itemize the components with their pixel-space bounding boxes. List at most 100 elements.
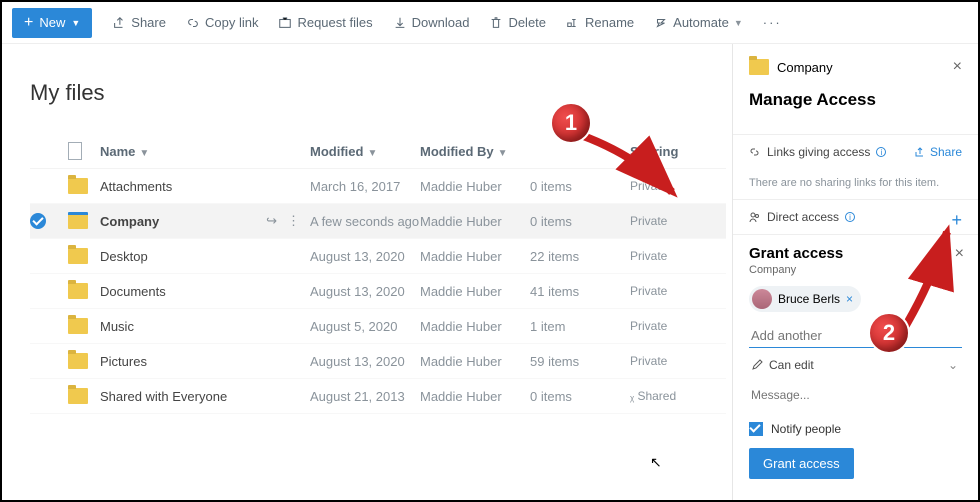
row-modified: March 16, 2017: [310, 179, 420, 194]
toolbar-item-label: Share: [131, 15, 166, 30]
row-sharing: Private: [630, 249, 700, 263]
close-grant-button[interactable]: ×: [955, 245, 964, 263]
column-modified-by[interactable]: Modified By▼: [420, 144, 530, 159]
chevron-down-icon: ▼: [71, 18, 80, 28]
add-direct-access-button[interactable]: +: [951, 210, 962, 231]
table-row[interactable]: MusicAugust 5, 2020Maddie Huber1 itemPri…: [30, 309, 726, 344]
permission-dropdown[interactable]: Can edit: [749, 348, 962, 382]
row-size: 1 item: [530, 319, 630, 334]
rename-icon: [566, 16, 580, 30]
new-button[interactable]: + New ▼: [12, 8, 92, 38]
grant-heading: Grant access: [749, 245, 962, 262]
table-row[interactable]: AttachmentsMarch 16, 2017Maddie Huber0 i…: [30, 169, 726, 204]
table-row[interactable]: Shared with EveryoneAugust 21, 2013Maddi…: [30, 379, 726, 414]
delete-icon: [489, 16, 503, 30]
section-label: Direct access: [767, 210, 839, 224]
table-row[interactable]: DesktopAugust 13, 2020Maddie Huber22 ite…: [30, 239, 726, 274]
row-size: 0 items: [530, 214, 630, 229]
file-type-column[interactable]: [68, 142, 100, 160]
row-name: Desktop: [100, 249, 148, 264]
toolbar-download[interactable]: Download: [383, 8, 480, 38]
no-links-message: There are no sharing links for this item…: [749, 173, 962, 189]
person-chip[interactable]: Bruce Berls ×: [749, 286, 861, 312]
share-icon: [112, 16, 126, 30]
folder-icon: [68, 353, 88, 369]
info-icon[interactable]: i: [845, 212, 855, 222]
row-share-icon[interactable]: ↪: [266, 213, 277, 229]
row-sharing: Private: [630, 319, 700, 333]
file-rows: AttachmentsMarch 16, 2017Maddie Huber0 i…: [30, 169, 726, 414]
plus-icon: +: [24, 14, 33, 32]
row-modified-by: Maddie Huber: [420, 214, 530, 229]
toolbar-share[interactable]: Share: [102, 8, 176, 38]
row-sharing: Private: [630, 179, 700, 193]
automate-icon: [654, 16, 668, 30]
row-name: Attachments: [100, 179, 172, 194]
grant-access-button[interactable]: Grant access: [749, 448, 854, 479]
checkbox-icon: [749, 422, 763, 436]
table-row[interactable]: Company ↪ ⋮ A few seconds agoMaddie Huber0 …: [30, 204, 726, 239]
pencil-icon: [751, 359, 763, 371]
toolbar-item-label: Rename: [585, 15, 634, 30]
section-label: Links giving access: [767, 145, 870, 159]
add-people-input[interactable]: [749, 320, 962, 348]
people-icon: [749, 211, 761, 223]
file-icon: [68, 142, 82, 160]
row-size: 22 items: [530, 249, 630, 264]
row-sharing: Private: [630, 354, 700, 368]
download-icon: [393, 16, 407, 30]
column-name[interactable]: Name▼: [100, 144, 310, 159]
row-sharing: ᵪ Shared: [630, 389, 700, 403]
row-size: 0 items: [530, 179, 630, 194]
row-more-icon[interactable]: ⋮: [287, 213, 300, 229]
toolbar-automate[interactable]: Automate ▼: [644, 8, 753, 38]
table-row[interactable]: PicturesAugust 13, 2020Maddie Huber59 it…: [30, 344, 726, 379]
share-icon: [914, 146, 926, 158]
row-name: Company: [100, 214, 159, 229]
grant-access-panel: × Grant access Company Bruce Berls × Can…: [733, 234, 978, 489]
details-panel: Company × Manage Access Links giving acc…: [732, 44, 978, 500]
toolbar-item-label: Automate: [673, 15, 729, 30]
table-row[interactable]: Documents August 13, 2020Maddie Huber41 i…: [30, 274, 726, 309]
share-button[interactable]: Share: [914, 145, 962, 159]
row-name: Documents: [100, 284, 166, 299]
notify-checkbox[interactable]: Notify people: [749, 422, 962, 436]
row-modified-by: Maddie Huber: [420, 284, 530, 299]
folder-icon: [68, 178, 88, 194]
toolbar-item-label: Download: [412, 15, 470, 30]
row-name: Music: [100, 319, 134, 334]
toolbar-delete[interactable]: Delete: [479, 8, 556, 38]
remove-chip-button[interactable]: ×: [846, 292, 853, 306]
new-button-label: New: [39, 15, 65, 30]
info-icon[interactable]: i: [876, 147, 886, 157]
row-modified: August 13, 2020: [310, 354, 420, 369]
row-modified: August 13, 2020: [310, 284, 420, 299]
main: My files Name▼ Modified▼ Modified By▼ Sh…: [2, 44, 978, 500]
row-size: 59 items: [530, 354, 630, 369]
toolbar-rename[interactable]: Rename: [556, 8, 644, 38]
command-bar: + New ▼ Share Copy link Request files Do…: [2, 2, 978, 44]
link-icon: [186, 16, 200, 30]
page-title: My files: [30, 80, 726, 106]
row-modified-by: Maddie Huber: [420, 389, 530, 404]
row-checkbox[interactable]: [30, 213, 46, 229]
folder-icon: [68, 248, 88, 264]
links-section: Links giving access i Share There are no…: [733, 134, 978, 199]
folder-icon: [68, 388, 88, 404]
row-sharing: Private: [630, 284, 700, 298]
toolbar-overflow[interactable]: ···: [753, 8, 792, 38]
toolbar-copy-link[interactable]: Copy link: [176, 8, 268, 38]
message-input[interactable]: [749, 382, 962, 408]
toolbar-request-files[interactable]: Request files: [268, 8, 382, 38]
column-headers: Name▼ Modified▼ Modified By▼ Sharing: [30, 134, 726, 169]
row-modified: A few seconds ago: [310, 214, 420, 229]
row-modified-by: Maddie Huber: [420, 354, 530, 369]
row-modified-by: Maddie Huber: [420, 319, 530, 334]
row-size: 41 items: [530, 284, 630, 299]
column-modified[interactable]: Modified▼: [310, 144, 420, 159]
close-panel-button[interactable]: ×: [953, 58, 962, 76]
column-sharing[interactable]: Sharing: [630, 144, 700, 159]
row-name: Shared with Everyone: [100, 389, 227, 404]
toolbar-item-label: Request files: [297, 15, 372, 30]
folder-icon: [68, 318, 88, 334]
